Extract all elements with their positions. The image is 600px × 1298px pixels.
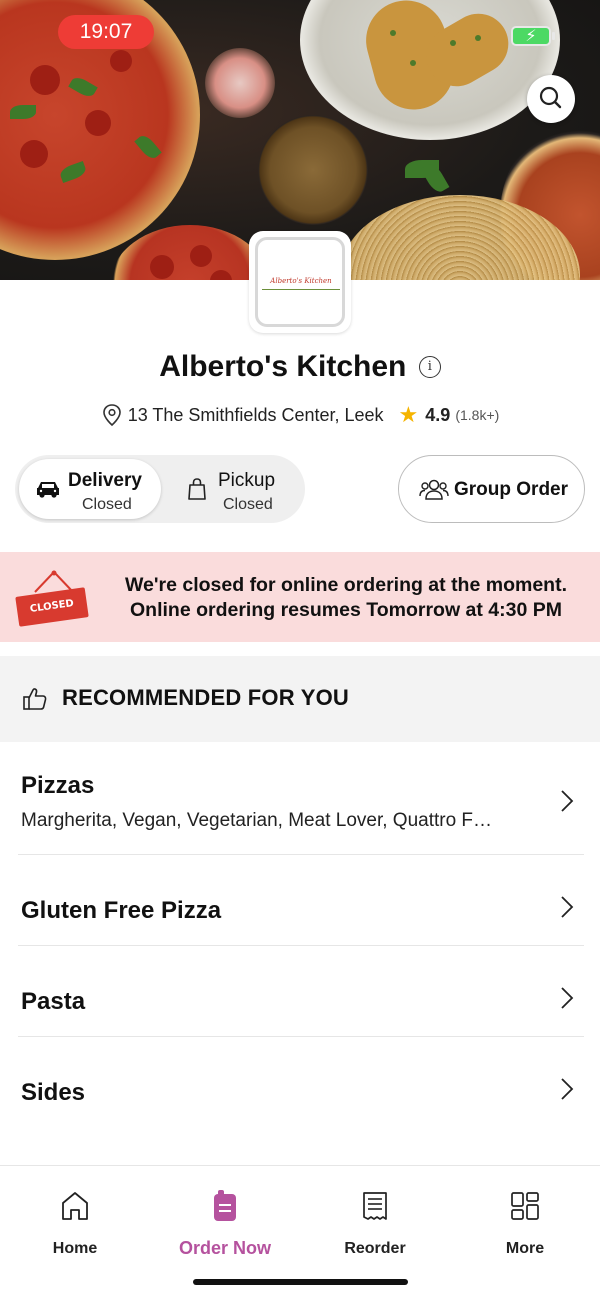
order-icon: [214, 1190, 236, 1221]
receipt-icon: [363, 1192, 387, 1220]
closed-notice-banner: CLOSED: [0, 552, 600, 642]
closed-badge: CLOSED: [15, 587, 89, 627]
group-order-button[interactable]: Group Order: [398, 455, 585, 523]
recommended-label: RECOMMENDED FOR YOU: [62, 685, 349, 710]
tab-order-now-label: Order Now: [178, 1238, 271, 1258]
recommended-section-header: RECOMMENDED FOR YOU: [0, 656, 600, 742]
pickup-label: Pickup: [218, 470, 276, 491]
car-icon: [37, 482, 59, 498]
status-time: 19:07: [58, 15, 154, 49]
menu-category-gluten-free-pizza[interactable]: Gluten Free Pizza: [0, 855, 600, 945]
battery-charging-icon: ⚡: [511, 26, 555, 46]
tab-home-label: Home: [52, 1240, 98, 1257]
thumbs-up-icon: [23, 688, 47, 710]
rating-count: (1.8k+): [455, 407, 500, 423]
menu-category-description: Margherita, Vegan, Vegetarian, Meat Love…: [21, 810, 493, 831]
home-icon: [62, 1192, 88, 1220]
delivery-status: Closed: [82, 496, 132, 513]
chevron-right-icon: [561, 987, 574, 1009]
delivery-option[interactable]: Delivery Closed: [19, 459, 161, 519]
menu-category-title: Sides: [21, 1079, 86, 1106]
chevron-right-icon: [561, 790, 574, 812]
closed-message-line2: Online ordering resumes Tomorrow at 4:30…: [130, 599, 562, 621]
group-order-label: Group Order: [454, 479, 569, 500]
order-mode-toggle: Delivery Closed Pickup Closed: [15, 455, 305, 523]
pickup-status: Closed: [223, 496, 273, 513]
location-pin-icon: [102, 404, 121, 427]
shopping-bag-icon: [188, 478, 206, 500]
menu-category-title: Gluten Free Pizza: [21, 897, 222, 924]
closed-message-line1: We're closed for online ordering at the …: [124, 574, 567, 596]
menu-category-title: Pasta: [21, 988, 86, 1015]
pickup-option[interactable]: Pickup Closed: [165, 459, 301, 519]
garlic-bread-photo: [300, 0, 560, 140]
restaurant-logo: Alberto's Kitchen: [249, 231, 351, 333]
chevron-right-icon: [561, 1078, 574, 1100]
grid-icon: [511, 1192, 539, 1220]
info-icon[interactable]: i: [418, 356, 441, 378]
menu-category-pasta[interactable]: Pasta: [0, 946, 600, 1036]
menu-category-title: Pizzas: [21, 772, 95, 799]
search-button[interactable]: [527, 75, 575, 123]
restaurant-address[interactable]: 13 The Smithfields Center, Leek: [128, 405, 384, 426]
rating-value: 4.9: [425, 404, 451, 425]
delivery-label: Delivery: [68, 470, 142, 491]
chevron-right-icon: [561, 896, 574, 918]
logo-text: Alberto's Kitchen: [270, 277, 332, 285]
group-users-icon: [419, 479, 449, 500]
star-icon: ★: [398, 402, 419, 427]
tab-more-label: More: [505, 1240, 545, 1257]
tab-reorder-label: Reorder: [344, 1240, 406, 1257]
address-rating-row: 13 The Smithfields Center, Leek ★ 4.9 (1…: [0, 402, 600, 428]
menu-category-sides[interactable]: Sides: [0, 1037, 600, 1127]
search-icon: [539, 86, 562, 109]
menu-category-pizzas[interactable]: Pizzas Margherita, Vegan, Vegetarian, Me…: [0, 742, 600, 854]
restaurant-title-row: Alberto's Kitchen i: [0, 350, 600, 384]
home-indicator: [193, 1279, 408, 1285]
restaurant-name: Alberto's Kitchen: [159, 350, 407, 383]
